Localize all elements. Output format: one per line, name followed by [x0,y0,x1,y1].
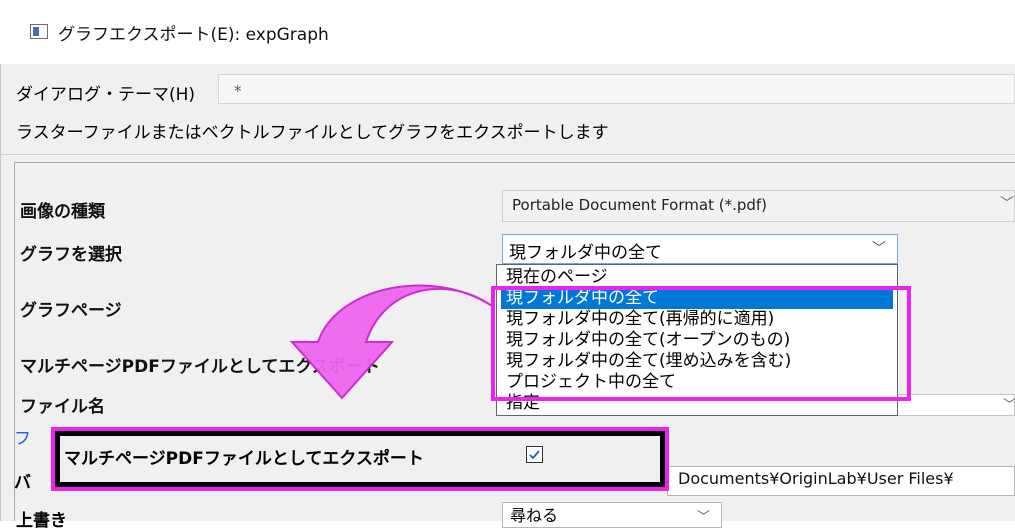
chevron-down-icon: ﹀ [1000,196,1014,212]
overwrite-label: 上書き [16,511,67,531]
chevron-down-icon[interactable]: ﹀ [872,238,886,258]
checkmark-icon [529,450,540,460]
window-title: グラフエクスポート(E): expGraph [58,25,329,45]
divider [0,154,1015,155]
highlight-box [491,286,911,401]
path-value: Documents¥OriginLab¥User Files¥ [678,469,954,488]
file-name-label: ファイル名 [20,397,105,417]
overwrite-value: 尋ねる [510,506,559,525]
dropdown-option[interactable]: 現在のページ [501,267,893,288]
partial-link[interactable]: フ [14,424,31,449]
callout-label: マルチページPDFファイルとしてエクスポート [64,449,424,469]
multipage-checkbox[interactable] [526,446,543,463]
dialog-description: ラスターファイルまたはベクトルファイルとしてグラフをエクスポートします [16,123,609,143]
graph-page-label: グラフページ [20,301,122,321]
image-type-label: 画像の種類 [20,202,105,222]
image-type-value: Portable Document Format (*.pdf) [512,196,768,214]
chevron-down-icon: ﹀ [697,510,711,525]
dialog-theme-label: ダイアログ・テーマ(H) [16,85,196,105]
curved-arrow-icon [289,284,493,400]
dialog-theme-combo[interactable] [218,74,1015,104]
window-icon [30,24,48,39]
dialog-theme-value: * [234,82,242,100]
select-graph-value: 現フォルダ中の全て [509,243,662,263]
select-graph-label: グラフを選択 [20,245,122,265]
chevron-down-icon: ﹀ [1003,398,1015,413]
path-label-partial: バ [14,473,31,493]
